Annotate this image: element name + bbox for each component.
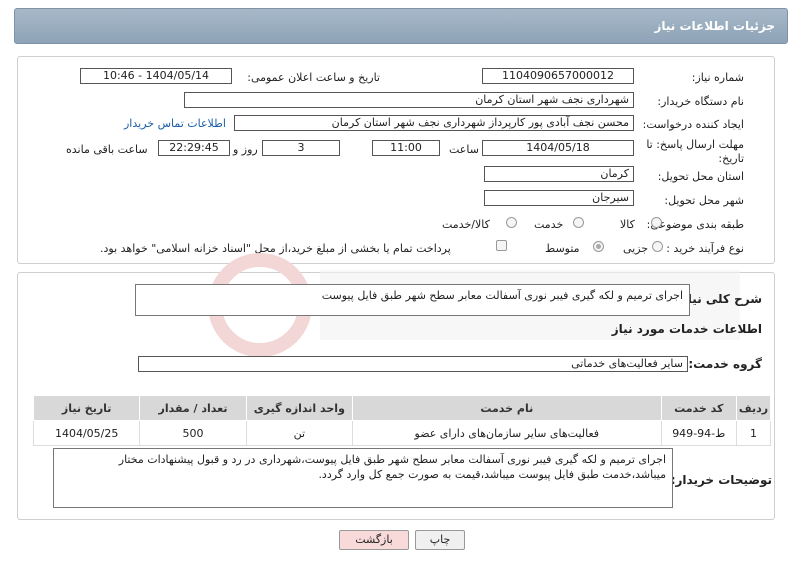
- process-option-medium: متوسط: [545, 242, 580, 255]
- category-radio-goods-service[interactable]: [506, 217, 517, 228]
- contact-info-link[interactable]: اطلاعات تماس خریدار: [124, 117, 226, 130]
- col-code: کد خدمت: [660, 395, 737, 421]
- time-label: ساعت: [449, 143, 479, 156]
- table-row: 1 ط-94-949 فعالیت‌های سایر سازمان‌های دا…: [32, 420, 772, 446]
- buyer-notes-textarea: اجرای ترمیم و لکه گیری فیبر نوری آسفالت …: [53, 448, 673, 508]
- creator-label: ایجاد کننده درخواست:: [642, 118, 744, 131]
- city-field: سیرجان: [484, 190, 634, 206]
- services-table-header: ردیف کد خدمت نام خدمت واحد اندازه گیری ت…: [32, 395, 772, 421]
- treasury-payment-checkbox[interactable]: [496, 240, 507, 251]
- province-field: کرمان: [484, 166, 634, 182]
- cell-row: 1: [735, 420, 772, 446]
- col-row: ردیف: [735, 395, 772, 421]
- cell-quantity: 500: [139, 420, 247, 446]
- panel-header: جزئیات اطلاعات نیاز: [14, 8, 788, 44]
- province-label: استان محل تحویل:: [657, 170, 744, 183]
- cell-name: فعالیت‌های سایر سازمان‌های دارای عضو: [351, 420, 662, 446]
- deadline-time-field: 11:00: [372, 140, 440, 156]
- category-option-goods-service: کالا/خدمت: [442, 218, 490, 231]
- need-number-label: شماره نیاز:: [691, 71, 744, 84]
- process-label: نوع فرآیند خرید :: [666, 242, 744, 255]
- deadline-label: مهلت ارسال پاسخ: تا تاریخ:: [646, 138, 744, 165]
- remaining-label: ساعت باقی مانده: [66, 143, 148, 156]
- deadline-date-field: 1404/05/18: [482, 140, 634, 156]
- remaining-time-field: 22:29:45: [158, 140, 230, 156]
- cell-unit: تن: [245, 420, 353, 446]
- announce-label: تاریخ و ساعت اعلان عمومی:: [247, 71, 380, 84]
- back-button[interactable]: بازگشت: [339, 530, 409, 550]
- category-radio-service[interactable]: [573, 217, 584, 228]
- panel-title: جزئیات اطلاعات نیاز: [654, 19, 775, 33]
- city-label: شهر محل تحویل:: [664, 194, 744, 207]
- col-name: نام خدمت: [351, 395, 662, 421]
- buyer-org-label: نام دستگاه خریدار:: [657, 95, 744, 108]
- services-table: ردیف کد خدمت نام خدمت واحد اندازه گیری ت…: [32, 395, 772, 446]
- buyer-org-field: شهرداری نجف شهر استان کرمان: [184, 92, 634, 108]
- days-label: روز و: [233, 143, 258, 156]
- cell-date: 1404/05/25: [32, 420, 141, 446]
- buyer-notes-label: توضیحات خریدار:: [670, 473, 772, 487]
- category-option-goods: کالا: [620, 218, 635, 231]
- days-field: 3: [262, 140, 340, 156]
- category-radio-goods[interactable]: [651, 217, 662, 228]
- print-button[interactable]: چاپ: [415, 530, 465, 550]
- summary-textarea: اجرای ترمیم و لکه گیری فیبر نوری آسفالت …: [135, 284, 690, 316]
- col-unit: واحد اندازه گیری: [245, 395, 353, 421]
- service-group-field: سایر فعالیت‌های خدماتی: [138, 356, 688, 372]
- category-option-service: خدمت: [534, 218, 564, 231]
- creator-field: محسن نجف آبادی پور کارپرداز شهرداری نجف …: [234, 115, 634, 131]
- process-radio-medium[interactable]: [593, 241, 604, 252]
- service-group-label: گروه خدمت:: [688, 357, 762, 371]
- col-date: تاریخ نیاز: [32, 395, 141, 421]
- need-number-field: 1104090657000012: [482, 68, 634, 84]
- services-section-title: اطلاعات خدمات مورد نیاز: [611, 322, 762, 336]
- payment-note: پرداخت تمام یا بخشی از مبلغ خرید،از محل …: [100, 242, 451, 255]
- process-radio-minor[interactable]: [652, 241, 663, 252]
- process-option-minor: جزیی: [623, 242, 649, 255]
- col-quantity: تعداد / مقدار: [139, 395, 247, 421]
- cell-code: ط-94-949: [660, 420, 737, 446]
- announce-field: 1404/05/14 - 10:46: [80, 68, 232, 84]
